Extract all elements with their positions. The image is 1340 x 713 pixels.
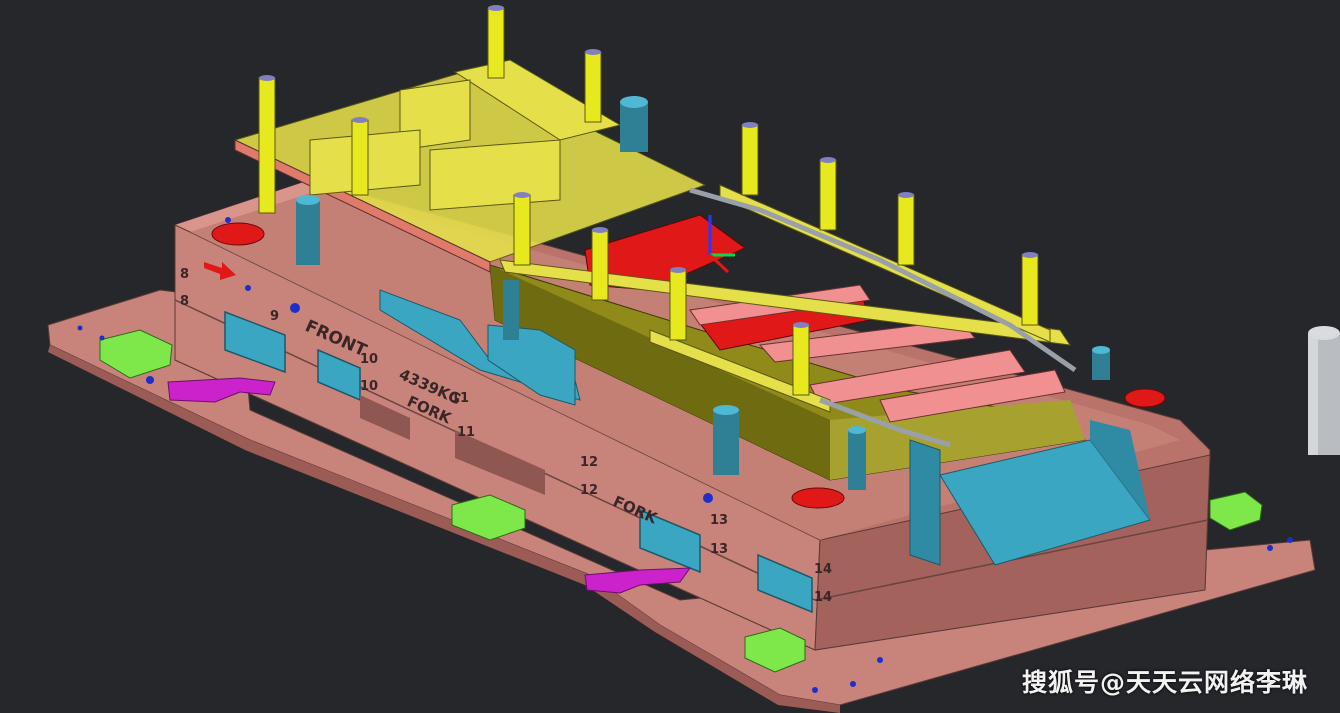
cad-viewport: FRONT 4339KG FORK FORK 8 8 9 10 10 11 11… (0, 0, 1340, 713)
detached-cylinder (1308, 326, 1340, 455)
label-number-11b: 11 (457, 425, 475, 440)
label-number-14a: 14 (814, 562, 832, 577)
label-number-13a: 13 (710, 513, 728, 528)
label-number-10b: 10 (360, 379, 378, 394)
label-number-8a: 8 (180, 267, 189, 282)
watermark-text: 搜狐号@天天云网络李琳 (1021, 668, 1308, 697)
label-number-10a: 10 (360, 352, 378, 367)
label-number-13b: 13 (710, 542, 728, 557)
label-number-11a: 11 (451, 391, 469, 406)
label-number-12b: 12 (580, 483, 598, 498)
label-number-14b: 14 (814, 590, 832, 605)
label-number-9: 9 (270, 309, 279, 324)
label-number-12a: 12 (580, 455, 598, 470)
label-number-8b: 8 (180, 294, 189, 309)
